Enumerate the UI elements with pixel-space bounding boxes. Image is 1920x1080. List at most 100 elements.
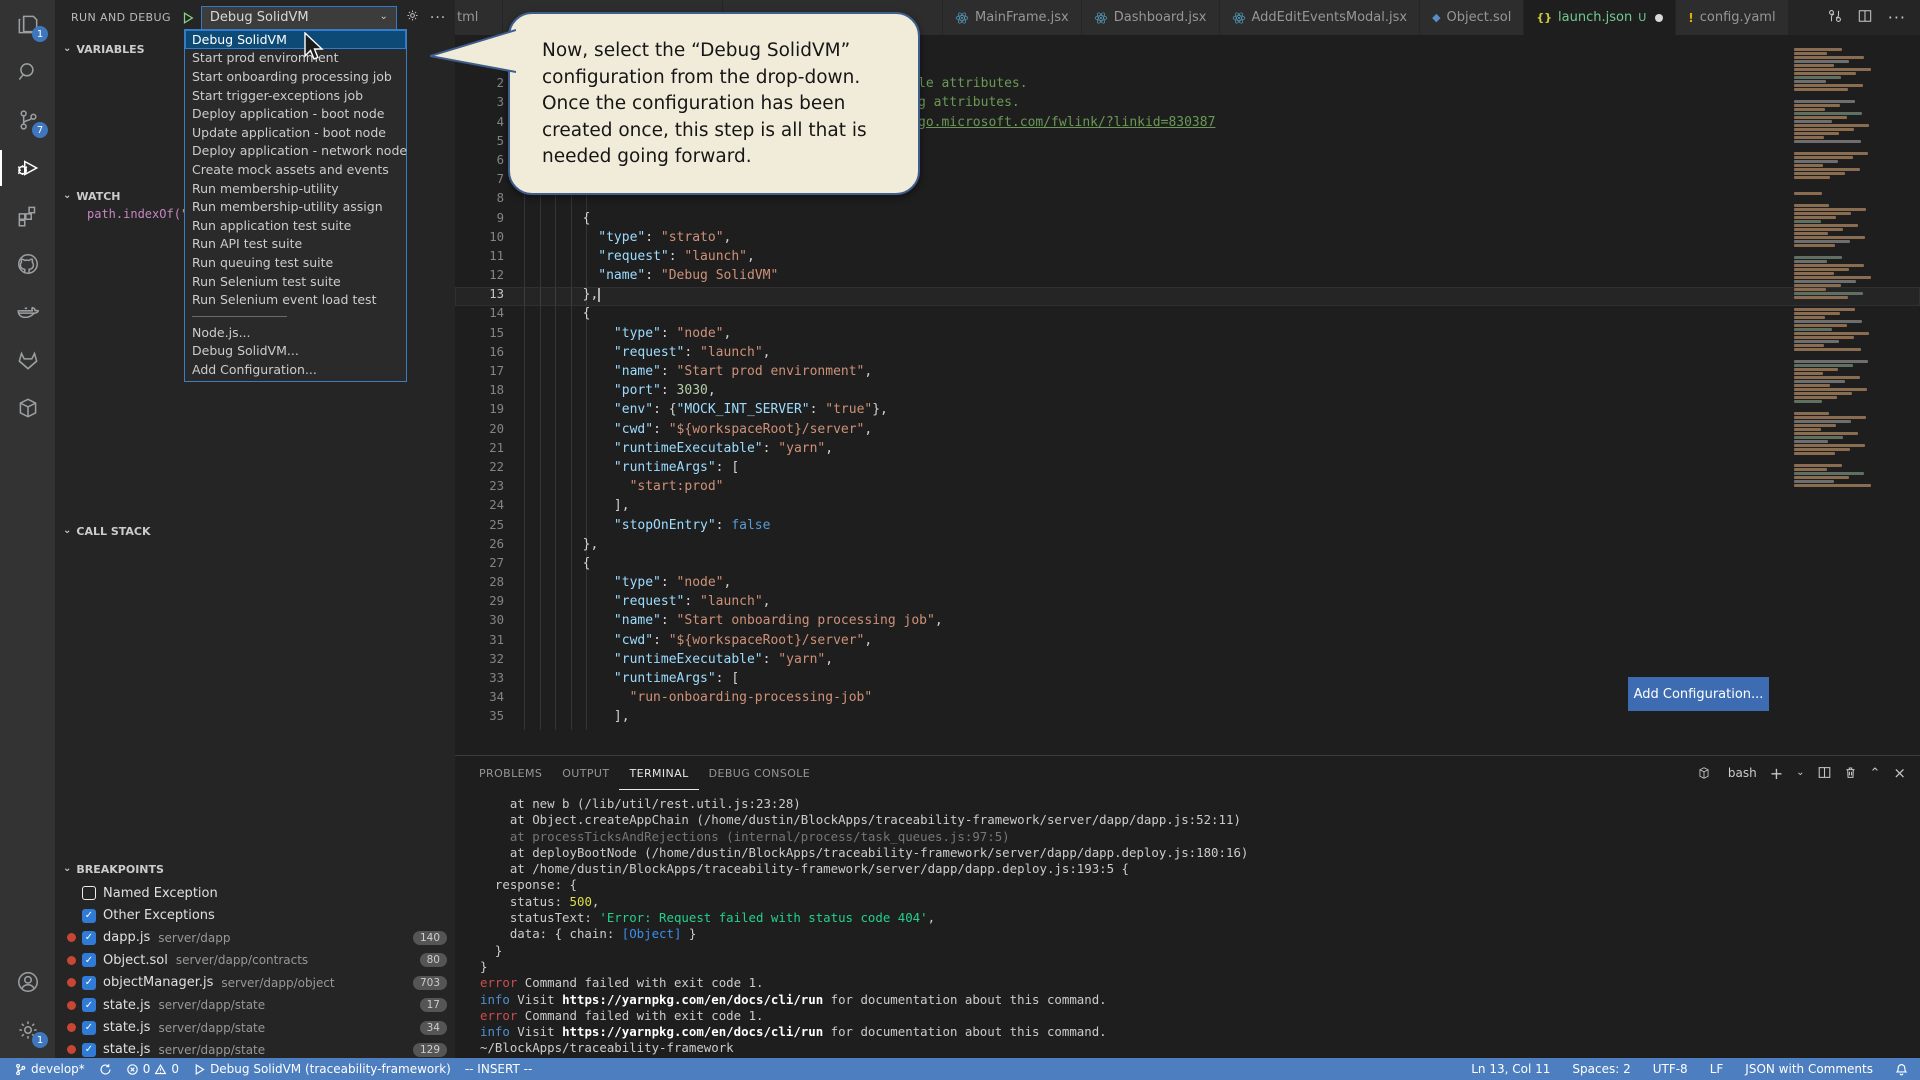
code-line[interactable]: 29 "request": "launch", [455, 594, 1920, 613]
terminal-dropdown-icon[interactable]: ⌄ [1796, 767, 1804, 778]
code-line[interactable]: 30 "name": "Start onboarding processing … [455, 613, 1920, 632]
tab-Dashboard.jsx[interactable]: Dashboard.jsx [1081, 0, 1220, 35]
code-line[interactable]: 17 "name": "Start prod environment", [455, 364, 1920, 383]
breakpoint-checkbox[interactable]: ✓ [82, 908, 96, 923]
dropdown-item[interactable]: Create mock assets and events [185, 160, 406, 179]
docker-icon[interactable] [0, 288, 55, 336]
breakpoint-checkbox[interactable]: ✓ [82, 1020, 96, 1035]
explorer-icon[interactable]: 1 [0, 0, 55, 48]
encoding-setting[interactable]: UTF-8 [1653, 1062, 1688, 1076]
code-line[interactable]: 15 "type": "node", [455, 326, 1920, 345]
dropdown-item[interactable]: Start prod environment [185, 49, 406, 68]
dropdown-item[interactable]: Update application - boot node [185, 123, 406, 142]
configure-gear-icon[interactable] [405, 8, 420, 27]
panel-tab-problems[interactable]: PROBLEMS [469, 756, 552, 790]
dirty-indicator-icon[interactable] [1655, 13, 1664, 22]
code-line[interactable]: 13 }, [455, 287, 1920, 307]
tab-Object.sol[interactable]: ◆ Object.sol [1420, 0, 1525, 35]
dropdown-item[interactable]: Run membership-utility [185, 179, 406, 198]
dropdown-item[interactable]: Deploy application - network node [185, 142, 407, 161]
search-icon[interactable] [0, 48, 55, 96]
account-icon[interactable] [0, 958, 55, 1006]
code-line[interactable]: 26 }, [455, 537, 1920, 556]
file-breakpoint-row[interactable]: ✓ state.js server/dapp/state 34 [55, 1016, 455, 1038]
panel-tab-debug-console[interactable]: DEBUG CONSOLE [699, 756, 821, 790]
more-actions-icon[interactable]: ··· [1888, 8, 1906, 27]
notifications-bell-icon[interactable] [1895, 1063, 1908, 1076]
call-stack-section-header[interactable]: ⌄ CALL STACK [55, 520, 455, 542]
breakpoint-checkbox[interactable]: ✓ [82, 930, 96, 945]
breakpoint-checkbox[interactable] [82, 886, 96, 901]
file-breakpoint-row[interactable]: ✓ Object.sol server/dapp/contracts 80 [55, 949, 455, 971]
code-line[interactable]: 32 "runtimeExecutable": "yarn", [455, 652, 1920, 671]
sync-status[interactable] [99, 1063, 112, 1076]
dropdown-item[interactable]: Debug SolidVM... [185, 342, 406, 361]
file-breakpoint-row[interactable]: ✓ state.js server/dapp/state 129 [55, 1039, 455, 1058]
language-mode[interactable]: JSON with Comments [1745, 1062, 1873, 1076]
code-line[interactable]: 27 { [455, 556, 1920, 575]
close-panel-icon[interactable]: × [1893, 764, 1906, 782]
run-and-debug-icon[interactable] [0, 144, 55, 192]
breakpoint-checkbox[interactable]: ✓ [82, 998, 96, 1013]
exception-breakpoint-row[interactable]: Named Exception [55, 882, 455, 904]
file-breakpoint-row[interactable]: ✓ dapp.js server/dapp 140 [55, 927, 455, 949]
split-terminal-icon[interactable] [1818, 764, 1831, 783]
file-breakpoint-row[interactable]: ✓ objectManager.js server/dapp/object 703 [55, 972, 455, 994]
dropdown-item[interactable]: Run Selenium event load test [185, 290, 406, 309]
terminal-output[interactable]: at new b (/lib/util/rest.util.js:23:28) … [480, 796, 1900, 1056]
code-line[interactable]: 21 "runtimeExecutable": "yarn", [455, 441, 1920, 460]
eol-setting[interactable]: LF [1710, 1062, 1724, 1076]
gitlab-icon[interactable] [0, 336, 55, 384]
code-line[interactable]: 14 { [455, 306, 1920, 325]
split-editor-icon[interactable] [1858, 8, 1872, 27]
code-line[interactable]: 18 "port": 3030, [455, 383, 1920, 402]
dropdown-item[interactable]: Run API test suite [185, 235, 406, 254]
code-line[interactable]: 22 "runtimeArgs": [ [455, 460, 1920, 479]
indentation-setting[interactable]: Spaces: 2 [1572, 1062, 1630, 1076]
dropdown-item[interactable]: Run queuing test suite [185, 253, 406, 272]
more-actions-icon[interactable]: ··· [430, 10, 446, 26]
exception-breakpoint-row[interactable]: ✓ Other Exceptions [55, 904, 455, 926]
code-line[interactable]: 16 "request": "launch", [455, 345, 1920, 364]
breakpoint-checkbox[interactable]: ✓ [82, 1042, 96, 1057]
dropdown-item[interactable]: Run application test suite [185, 216, 406, 235]
problems-status[interactable]: 0 0 [126, 1062, 179, 1076]
minimap[interactable] [1794, 40, 1874, 488]
package-icon[interactable] [0, 384, 55, 432]
dropdown-item[interactable]: Start trigger-exceptions job [185, 86, 406, 105]
tab-launch.json[interactable]: {} launch.json U [1524, 0, 1677, 35]
extensions-icon[interactable] [0, 192, 55, 240]
code-line[interactable]: 20 "cwd": "${workspaceRoot}/server", [455, 422, 1920, 441]
debug-target-status[interactable]: Debug SolidVM (traceability-framework) [193, 1062, 451, 1076]
git-branch-status[interactable]: develop* [14, 1062, 85, 1076]
code-line[interactable]: 24 ], [455, 498, 1920, 517]
panel-tab-output[interactable]: OUTPUT [552, 756, 619, 790]
debug-configuration-select[interactable]: Debug SolidVM ⌄ [200, 5, 397, 30]
shell-label[interactable]: bash [1728, 766, 1757, 780]
maximize-panel-icon[interactable]: ⌃ [1870, 766, 1881, 781]
breakpoints-section-header[interactable]: ⌄ BREAKPOINTS [55, 858, 455, 880]
dropdown-item[interactable]: Debug SolidVM [185, 30, 406, 49]
new-terminal-icon[interactable]: + [1770, 764, 1783, 783]
github-icon[interactable] [0, 240, 55, 288]
breakpoint-checkbox[interactable]: ✓ [82, 953, 96, 968]
dropdown-item[interactable]: Deploy application - boot node [185, 104, 406, 123]
kill-terminal-icon[interactable] [1844, 764, 1857, 783]
start-debugging-button[interactable] [181, 11, 195, 25]
code-line[interactable]: 11 "request": "launch", [455, 249, 1920, 268]
dropdown-item[interactable]: Node.js... [185, 323, 406, 342]
code-line[interactable]: 9 { [455, 211, 1920, 230]
code-line[interactable]: 12 "name": "Debug SolidVM" [455, 268, 1920, 287]
code-line[interactable]: 31 "cwd": "${workspaceRoot}/server", [455, 633, 1920, 652]
code-line[interactable]: 35 ], [455, 709, 1920, 728]
file-breakpoint-row[interactable]: ✓ state.js server/dapp/state 17 [55, 994, 455, 1016]
panel-tab-terminal[interactable]: TERMINAL [619, 756, 698, 790]
dropdown-item[interactable]: Add Configuration... [185, 360, 406, 379]
code-line[interactable]: 10 "type": "strato", [455, 230, 1920, 249]
code-line[interactable]: 19 "env": {"MOCK_INT_SERVER": "true"}, [455, 402, 1920, 421]
code-line[interactable]: 23 "start:prod" [455, 479, 1920, 498]
tab-MainFrame.jsx[interactable]: MainFrame.jsx [943, 0, 1082, 35]
source-control-icon[interactable]: 7 [0, 96, 55, 144]
code-line[interactable]: 25 "stopOnEntry": false [455, 518, 1920, 537]
code-line[interactable]: 28 "type": "node", [455, 575, 1920, 594]
